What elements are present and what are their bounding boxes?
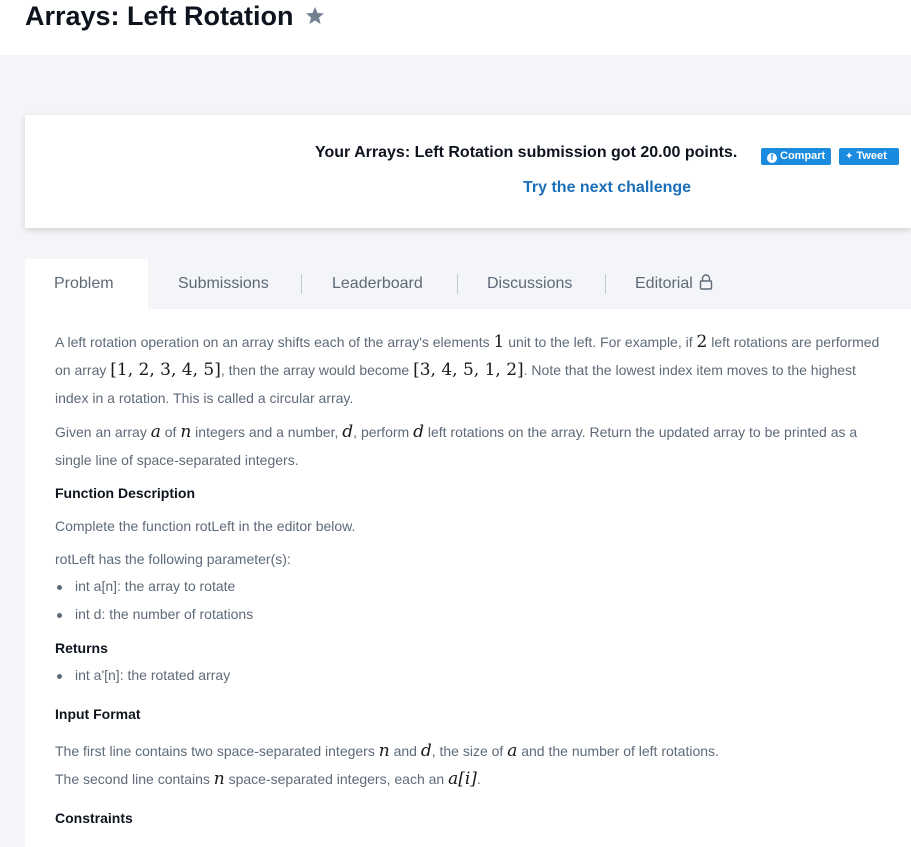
constraints-heading: Constraints: [55, 810, 133, 826]
page-header: Arrays: Left Rotation: [0, 0, 911, 55]
next-challenge-link[interactable]: Try the next challenge: [523, 179, 691, 197]
list-item: int a'[n]: the rotated array: [56, 667, 230, 683]
problem-statement: A left rotation operation on an array sh…: [25, 309, 911, 847]
tab-leaderboard[interactable]: Leaderboard: [332, 259, 423, 309]
list-item: int d: the number of rotations: [56, 606, 253, 622]
tab-divider: [605, 274, 606, 294]
input-format-line-1: The first line contains two space-separa…: [55, 741, 719, 761]
twitter-icon: ✦: [845, 151, 854, 162]
function-description-heading: Function Description: [55, 485, 195, 501]
function-description-text: Complete the function rotLeft in the edi…: [55, 518, 356, 534]
facebook-icon: f: [767, 153, 777, 163]
lock-icon: [700, 274, 713, 290]
submission-message: Your Arrays: Left Rotation submission go…: [315, 144, 738, 161]
facebook-share-button[interactable]: f Compart: [761, 148, 831, 165]
problem-paragraph-2: Given an array a of n integers and a num…: [55, 422, 858, 468]
input-format-line-2: The second line contains n space-separat…: [55, 769, 481, 789]
tweet-button[interactable]: ✦ Tweet: [839, 148, 899, 165]
problem-paragraph-1: A left rotation operation on an array sh…: [55, 332, 880, 406]
returns-heading: Returns: [55, 640, 108, 656]
tab-editorial-label: Editorial: [635, 275, 693, 292]
tab-divider: [301, 274, 302, 294]
tab-editorial[interactable]: Editorial: [635, 259, 713, 309]
list-item: int a[n]: the array to rotate: [56, 578, 235, 594]
facebook-share-label: Compart: [780, 150, 826, 162]
problem-tabs: Problem Submissions Leaderboard Discussi…: [25, 259, 911, 309]
tweet-label: Tweet: [856, 150, 887, 162]
submission-banner: Your Arrays: Left Rotation submission go…: [25, 115, 911, 228]
tab-discussions[interactable]: Discussions: [487, 259, 572, 309]
input-format-heading: Input Format: [55, 706, 141, 722]
tab-problem[interactable]: Problem: [25, 259, 148, 309]
page-title: Arrays: Left Rotation: [25, 1, 294, 31]
tab-submissions[interactable]: Submissions: [178, 259, 269, 309]
tab-divider: [457, 274, 458, 294]
parameters-intro: rotLeft has the following parameter(s):: [55, 551, 291, 567]
star-icon[interactable]: [305, 6, 325, 26]
